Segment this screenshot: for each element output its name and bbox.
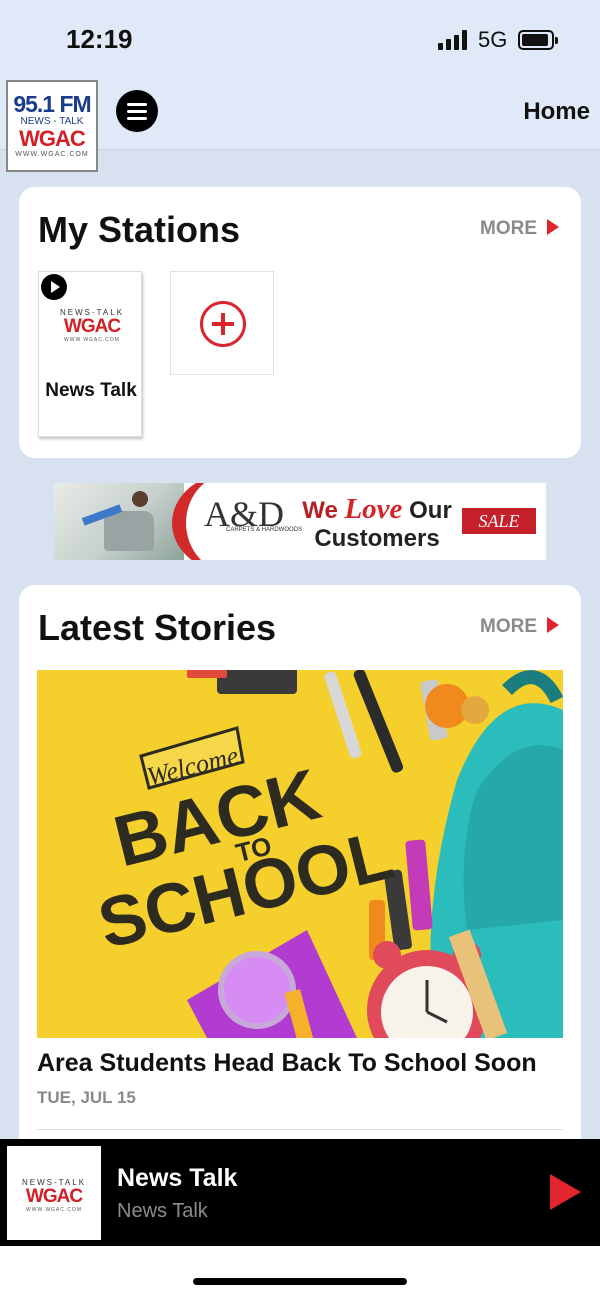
logo-frequency: 95.1 FM [13,91,91,117]
station-tile-logo: NEWS-TALK WGAC WWW.WGAC.COM [59,308,125,343]
player-station-logo: NEWS-TALK WGAC WWW.WGAC.COM [7,1146,101,1240]
latest-stories-card: Latest Stories MORE Welcome BACK TO SCHO… [19,585,581,1185]
my-stations-card: My Stations MORE NEWS-TALK WGAC WWW.WGAC… [19,187,581,458]
ad-headline: We Love Our Customers [302,493,452,553]
station-tile[interactable]: NEWS-TALK WGAC WWW.WGAC.COM News Talk [38,271,142,437]
network-type: 5G [478,27,508,52]
hamburger-icon [127,103,147,106]
player-subtitle: News Talk [117,1200,208,1222]
ad-sale-badge: SALE [462,508,536,534]
more-label: MORE [480,218,537,239]
home-indicator-area [0,1246,600,1299]
arrow-right-icon [547,617,559,633]
more-label: MORE [480,616,537,637]
battery-icon [518,30,558,50]
latest-stories-title: Latest Stories [38,607,277,648]
ad-banner[interactable]: A&D CARPETS & HARDWOODS We Love Our Cust… [54,483,546,560]
story-divider [37,1129,563,1130]
arrow-right-icon [547,219,559,235]
app-header: 95.1 FM NEWS - TALK WGAC WWW.WGAC.COM Ho… [0,76,600,172]
plus-circle-icon [200,301,246,347]
add-station-button[interactable] [170,271,274,375]
player-title: News Talk [117,1164,238,1192]
status-time: 12:19 [66,24,133,54]
menu-button[interactable] [116,90,158,132]
signal-icon [438,30,468,50]
station-logo[interactable]: 95.1 FM NEWS - TALK WGAC WWW.WGAC.COM [6,80,98,172]
logo-callsign: WGAC [19,126,86,151]
play-icon[interactable] [41,274,67,300]
play-icon[interactable] [550,1174,581,1210]
story-image[interactable]: Welcome BACK TO SCHOOL [37,670,563,1038]
home-link[interactable]: Home [523,98,590,126]
home-indicator[interactable] [193,1278,407,1285]
logo-website: WWW.WGAC.COM [15,151,89,158]
story-title[interactable]: Area Students Head Back To School Soon [37,1049,537,1078]
story-date: TUE, JUL 15 [37,1088,136,1107]
ad-brand-sub: CARPETS & HARDWOODS [226,527,303,533]
my-stations-more-link[interactable]: MORE [480,218,559,240]
status-bar: 12:19 5G [0,0,600,76]
latest-stories-more-link[interactable]: MORE [480,616,559,638]
station-tile-label: News Talk [45,380,137,401]
ad-photo [54,483,184,560]
mini-player[interactable]: NEWS-TALK WGAC WWW.WGAC.COM News Talk Ne… [0,1139,600,1246]
my-stations-title: My Stations [38,209,241,250]
